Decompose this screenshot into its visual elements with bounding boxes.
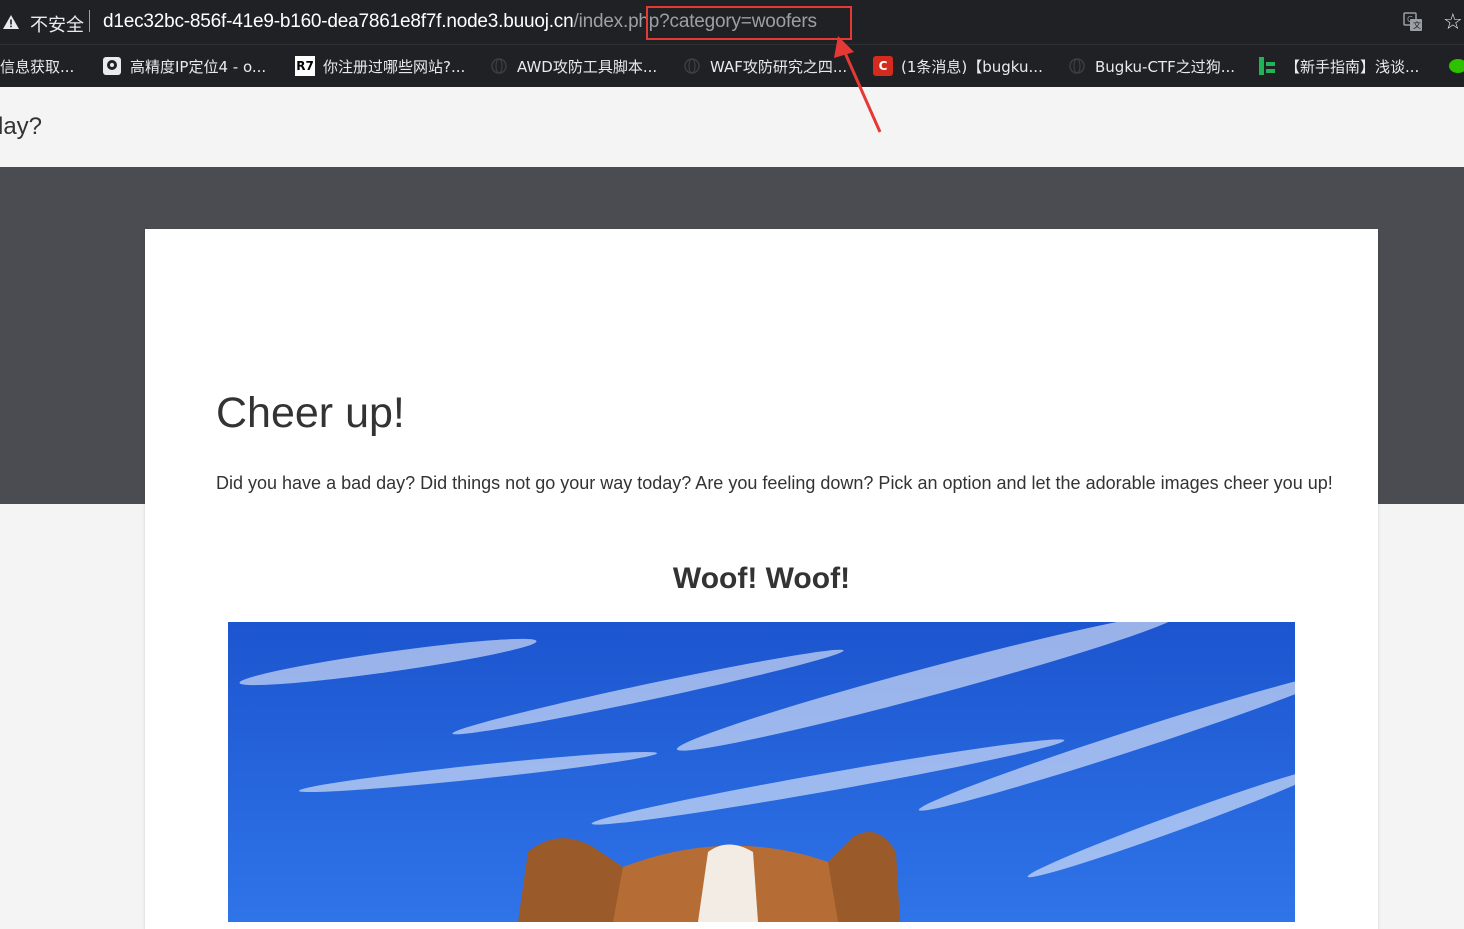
security-label[interactable]: 不安全 bbox=[30, 11, 84, 37]
bookmark-item[interactable]: C (1条消息)【bugku... bbox=[873, 45, 1043, 87]
bookmarks-bar: 信息获取... 高精度IP定位4 - o... R7 你注册过哪些网站?... … bbox=[0, 44, 1464, 87]
bookmark-item[interactable]: AWD攻防工具脚本... bbox=[489, 45, 657, 87]
site-brand[interactable]: lay? bbox=[0, 113, 42, 141]
bookmark-label: 高精度IP定位4 - o... bbox=[130, 57, 267, 76]
svg-text:文: 文 bbox=[1413, 20, 1421, 30]
globe-icon bbox=[682, 56, 702, 76]
address-bar[interactable]: 不安全 d1ec32bc-856f-41e9-b160-dea7861e8f7f… bbox=[0, 0, 1464, 44]
translate-icon[interactable]: G 文 bbox=[1403, 12, 1423, 32]
bookmark-label: 信息获取... bbox=[0, 57, 75, 76]
bookmark-label: (1条消息)【bugku... bbox=[901, 57, 1043, 76]
csdn-icon: C bbox=[873, 56, 893, 76]
warning-icon[interactable] bbox=[2, 13, 20, 31]
content-card: Cheer up! Did you have a bad day? Did th… bbox=[145, 229, 1378, 929]
page-title: Cheer up! bbox=[216, 389, 405, 437]
bookmark-label: WAF攻防研究之四... bbox=[710, 57, 848, 76]
wechat-icon bbox=[1448, 56, 1464, 76]
bookmark-item[interactable]: 【新手指南】浅谈... bbox=[1257, 45, 1419, 87]
category-title: Woof! Woof! bbox=[672, 562, 851, 595]
r7-icon: R7 bbox=[295, 56, 315, 76]
bookmark-label: 【新手指南】浅谈... bbox=[1285, 57, 1420, 76]
dog-photo bbox=[228, 622, 1295, 922]
green-bars-icon bbox=[1257, 56, 1277, 76]
divider bbox=[89, 10, 90, 32]
bookmark-label: AWD攻防工具脚本... bbox=[517, 57, 658, 76]
bookmark-item[interactable] bbox=[1448, 45, 1464, 87]
site-navbar: lay? bbox=[0, 87, 1464, 167]
ip-locator-icon bbox=[102, 56, 122, 76]
bookmark-label: Bugku-CTF之过狗... bbox=[1095, 57, 1236, 76]
bookmark-item[interactable]: WAF攻防研究之四... bbox=[682, 45, 847, 87]
globe-icon bbox=[489, 56, 509, 76]
url-host: d1ec32bc-856f-41e9-b160-dea7861e8f7f.nod… bbox=[103, 11, 574, 32]
lead-text: Did you have a bad day? Did things not g… bbox=[216, 473, 1333, 493]
bookmark-label: 你注册过哪些网站?... bbox=[323, 57, 466, 76]
bookmark-item[interactable]: Bugku-CTF之过狗... bbox=[1067, 45, 1235, 87]
bookmark-item[interactable]: R7 你注册过哪些网站?... bbox=[295, 45, 465, 87]
bookmark-star-icon[interactable]: ☆ bbox=[1443, 10, 1463, 35]
bookmark-item[interactable]: 信息获取... bbox=[0, 45, 74, 87]
globe-icon bbox=[1067, 56, 1087, 76]
bookmark-item[interactable]: 高精度IP定位4 - o... bbox=[102, 45, 266, 87]
annotation-highlight-box bbox=[646, 6, 852, 40]
